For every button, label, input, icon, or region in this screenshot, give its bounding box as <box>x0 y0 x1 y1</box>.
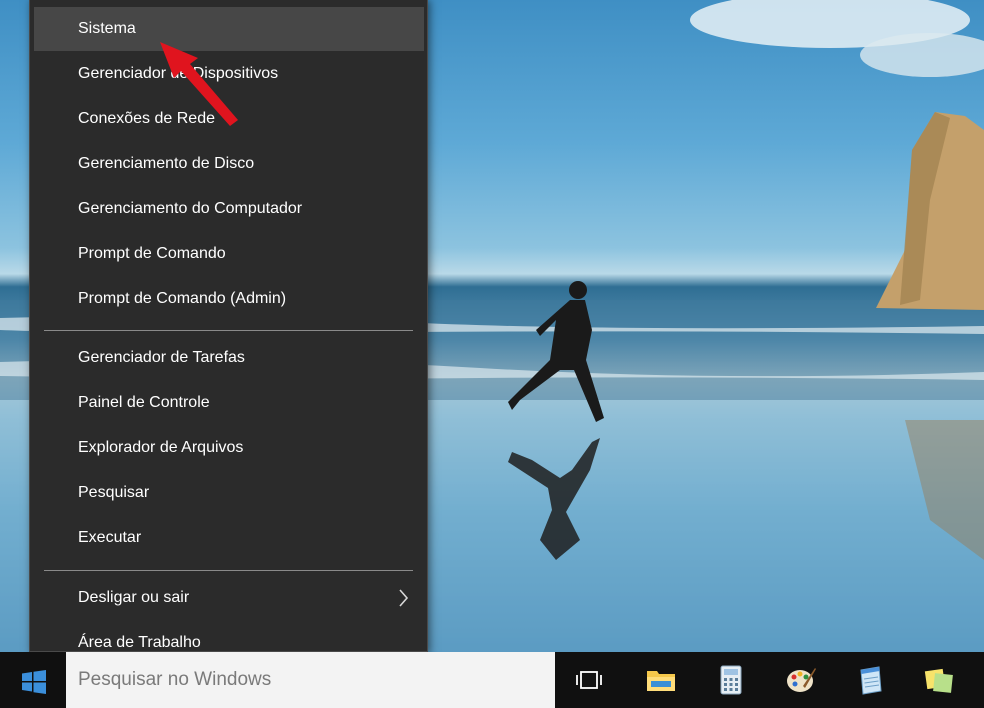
chevron-right-icon <box>396 576 412 620</box>
menu-item-label: Conexões de Rede <box>78 110 215 127</box>
calculator-icon <box>720 665 742 695</box>
menu-item-painel-de-controle[interactable]: Painel de Controle <box>34 381 424 425</box>
menu-item-prompt-de-comando[interactable]: Prompt de Comando <box>34 232 424 276</box>
menu-item-label: Executar <box>78 529 142 546</box>
menu-item-label: Prompt de Comando <box>78 245 226 262</box>
start-context-menu: Sistema Gerenciador de Dispositivos Cone… <box>29 0 428 652</box>
taskbar-app-calculator[interactable] <box>706 658 756 702</box>
windows-logo-icon <box>22 670 46 694</box>
menu-item-explorador-de-arquivos[interactable]: Explorador de Arquivos <box>34 426 424 470</box>
taskbar-search-box[interactable]: Pesquisar no Windows <box>66 652 555 708</box>
menu-item-label: Gerenciamento do Computador <box>78 200 303 217</box>
menu-separator <box>44 330 413 331</box>
menu-item-label: Prompt de Comando (Admin) <box>78 290 287 307</box>
menu-item-label: Pesquisar <box>78 484 150 501</box>
taskbar: Pesquisar no Windows <box>0 652 984 708</box>
menu-item-gerenciador-de-tarefas[interactable]: Gerenciador de Tarefas <box>34 336 424 380</box>
menu-item-gerenciamento-do-computador[interactable]: Gerenciamento do Computador <box>34 187 424 231</box>
taskbar-app-notepad[interactable] <box>846 658 896 702</box>
menu-item-label: Gerenciador de Dispositivos <box>78 65 279 82</box>
menu-item-label: Gerenciador de Tarefas <box>78 349 245 366</box>
menu-item-label: Painel de Controle <box>78 394 210 411</box>
start-button[interactable] <box>0 652 66 708</box>
taskbar-app-paint[interactable] <box>776 658 826 702</box>
menu-item-executar[interactable]: Executar <box>34 516 424 560</box>
menu-item-gerenciamento-de-disco[interactable]: Gerenciamento de Disco <box>34 142 424 186</box>
menu-item-label: Explorador de Arquivos <box>78 439 244 456</box>
notepad-icon <box>860 666 882 695</box>
menu-item-label: Gerenciamento de Disco <box>78 155 255 172</box>
menu-item-label: Sistema <box>78 20 136 37</box>
menu-item-prompt-de-comando-admin[interactable]: Prompt de Comando (Admin) <box>34 277 424 321</box>
menu-item-desligar-ou-sair[interactable]: Desligar ou sair <box>34 576 424 620</box>
taskbar-app-file-explorer[interactable] <box>636 658 686 702</box>
menu-item-label: Desligar ou sair <box>78 589 190 606</box>
taskbar-app-sticky-notes[interactable] <box>914 658 964 702</box>
menu-item-pesquisar[interactable]: Pesquisar <box>34 471 424 515</box>
file-explorer-icon <box>647 671 675 691</box>
menu-item-conexoes-de-rede[interactable]: Conexões de Rede <box>34 97 424 141</box>
task-view-button[interactable] <box>564 658 614 702</box>
paint-icon <box>787 668 816 692</box>
menu-item-gerenciador-de-dispositivos[interactable]: Gerenciador de Dispositivos <box>34 52 424 96</box>
task-view-icon <box>576 671 602 689</box>
sticky-notes-icon <box>924 668 953 693</box>
menu-separator <box>44 570 413 571</box>
menu-item-label: Área de Trabalho <box>78 634 201 651</box>
menu-item-sistema[interactable]: Sistema <box>34 7 424 51</box>
search-placeholder: Pesquisar no Windows <box>78 669 272 690</box>
